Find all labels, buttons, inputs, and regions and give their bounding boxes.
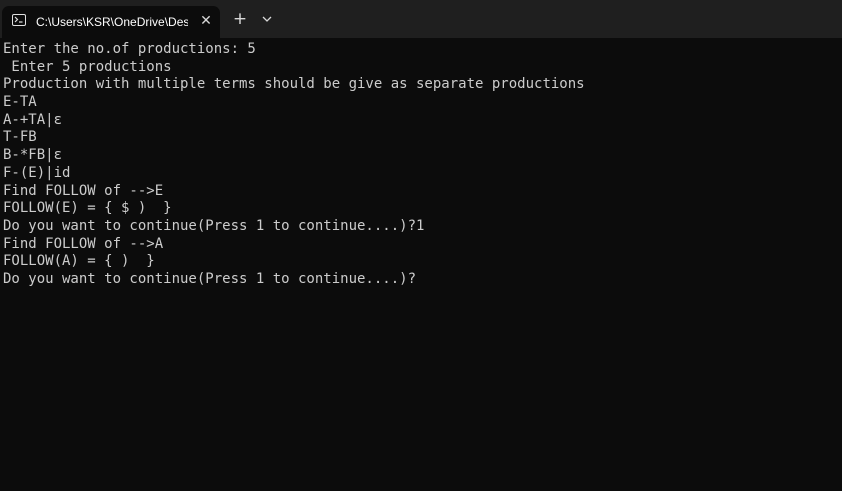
terminal-line: Do you want to continue(Press 1 to conti… <box>3 217 425 234</box>
terminal-line: B-*FB|ε <box>3 147 63 164</box>
title-bar: C:\Users\KSR\OneDrive\Desktop ✕ + <box>0 0 842 38</box>
terminal-line: Find FOLLOW of -->E <box>3 182 164 199</box>
terminal-icon <box>12 14 26 26</box>
terminal-line: A-+TA|ε <box>3 111 63 128</box>
terminal-window: C:\Users\KSR\OneDrive\Desktop ✕ + Enter … <box>0 0 842 491</box>
terminal-line: Enter the no.of productions: 5 <box>3 41 256 57</box>
terminal-prompt-line: Do you want to continue(Press 1 to conti… <box>3 270 417 287</box>
terminal-line: F-(E)|id <box>3 164 71 181</box>
tab-title: C:\Users\KSR\OneDrive\Desktop <box>36 15 188 29</box>
terminal-line: T-FB <box>3 129 37 146</box>
terminal-line: Production with multiple terms should be… <box>3 76 585 93</box>
terminal-output[interactable]: Enter the no.of productions: 5 Enter 5 p… <box>3 41 839 487</box>
terminal-tab[interactable]: C:\Users\KSR\OneDrive\Desktop ✕ <box>2 6 220 38</box>
terminal-line: Find FOLLOW of -->A <box>3 235 164 252</box>
close-icon[interactable]: ✕ <box>196 11 216 31</box>
terminal-line: E-TA <box>3 94 37 111</box>
chevron-down-icon[interactable] <box>256 9 278 31</box>
new-tab-button[interactable]: + <box>228 8 252 32</box>
terminal-line: FOLLOW(E) = { $ ) } <box>3 200 172 217</box>
terminal-line: Enter 5 productions <box>3 58 172 75</box>
terminal-line: FOLLOW(A) = { ) } <box>3 253 155 270</box>
